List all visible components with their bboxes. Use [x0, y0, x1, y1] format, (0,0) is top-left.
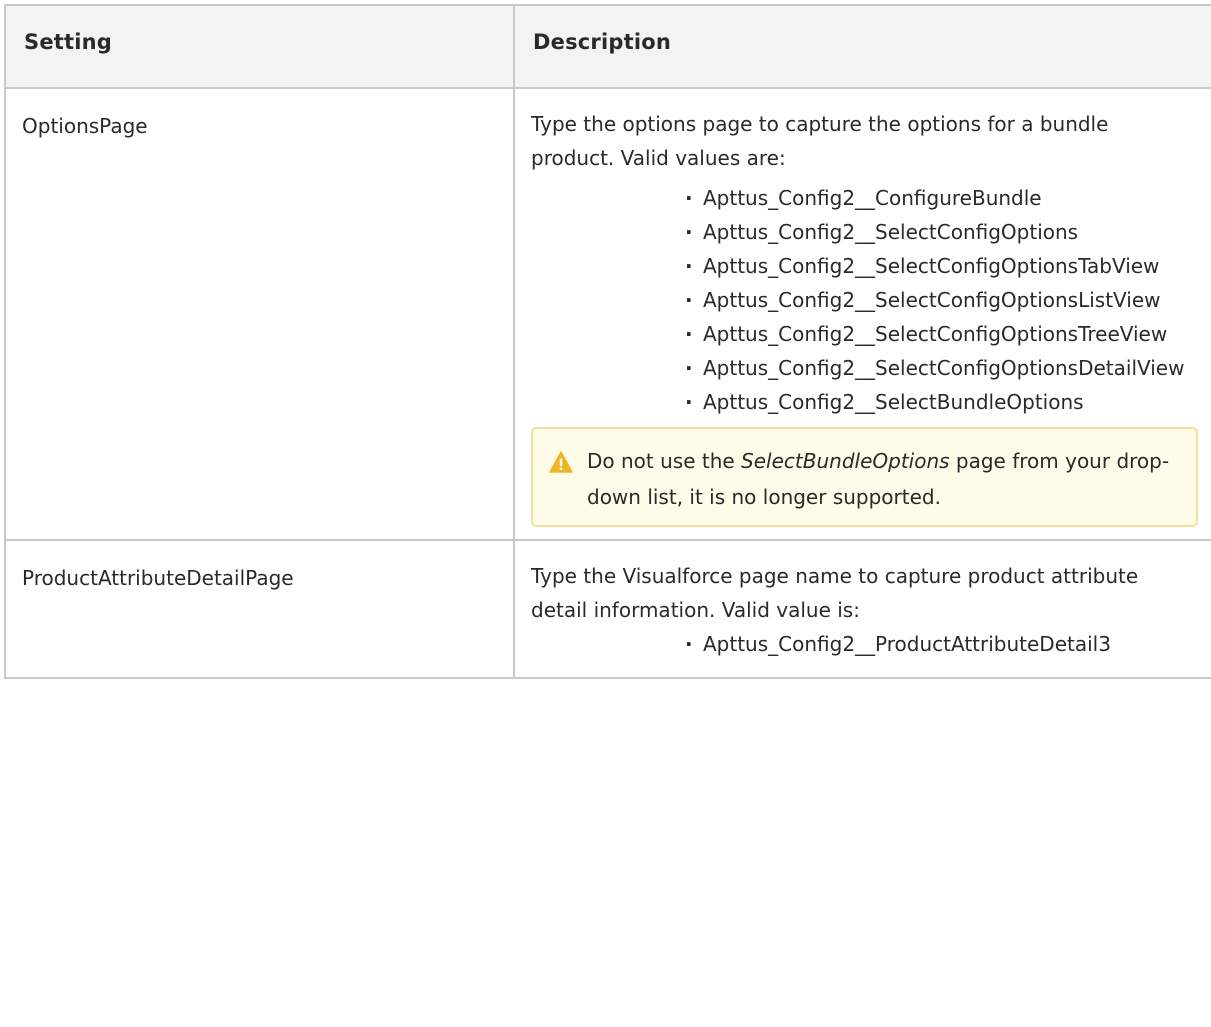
description-text: Type the Visualforce page name to captur… — [531, 564, 1139, 622]
setting-name: OptionsPage — [22, 114, 148, 138]
list-item: Apttus_Config2__SelectConfigOptions — [681, 215, 1198, 249]
table-row: ProductAttributeDetailPage Type the Visu… — [4, 539, 1211, 679]
list-item: Apttus_Config2__SelectConfigOptionsListV… — [681, 283, 1198, 317]
warning-note: Do not use the SelectBundleOptions page … — [531, 427, 1198, 527]
note-text-before: Do not use the — [587, 449, 742, 473]
valid-values-list: Apttus_Config2__ConfigureBundle Apttus_C… — [531, 181, 1198, 419]
setting-name-cell: ProductAttributeDetailPage — [4, 539, 515, 679]
settings-table: Setting Description OptionsPage Type the… — [4, 4, 1211, 679]
table-row: OptionsPage Type the options page to cap… — [4, 87, 1211, 541]
description-cell: Type the Visualforce page name to captur… — [513, 539, 1211, 679]
warning-icon — [549, 449, 573, 483]
setting-name-cell: OptionsPage — [4, 87, 515, 541]
setting-name: ProductAttributeDetailPage — [22, 566, 294, 590]
list-item: Apttus_Config2__SelectConfigOptionsTreeV… — [681, 317, 1198, 351]
description-cell: Type the options page to capture the opt… — [513, 87, 1211, 541]
table-header-row: Setting Description — [4, 4, 1211, 89]
header-description: Description — [513, 4, 1211, 89]
warning-note-text: Do not use the SelectBundleOptions page … — [587, 443, 1180, 515]
description-text: Type the options page to capture the opt… — [531, 112, 1109, 170]
list-item: Apttus_Config2__SelectConfigOptionsTabVi… — [681, 249, 1198, 283]
valid-values-list: Apttus_Config2__ProductAttributeDetail3 — [531, 627, 1198, 661]
note-emphasis: SelectBundleOptions — [741, 449, 950, 473]
list-item: Apttus_Config2__SelectConfigOptionsDetai… — [681, 351, 1198, 385]
list-item: Apttus_Config2__ProductAttributeDetail3 — [681, 627, 1198, 661]
list-item: Apttus_Config2__SelectBundleOptions — [681, 385, 1198, 419]
list-item: Apttus_Config2__ConfigureBundle — [681, 181, 1198, 215]
header-setting: Setting — [4, 4, 515, 89]
